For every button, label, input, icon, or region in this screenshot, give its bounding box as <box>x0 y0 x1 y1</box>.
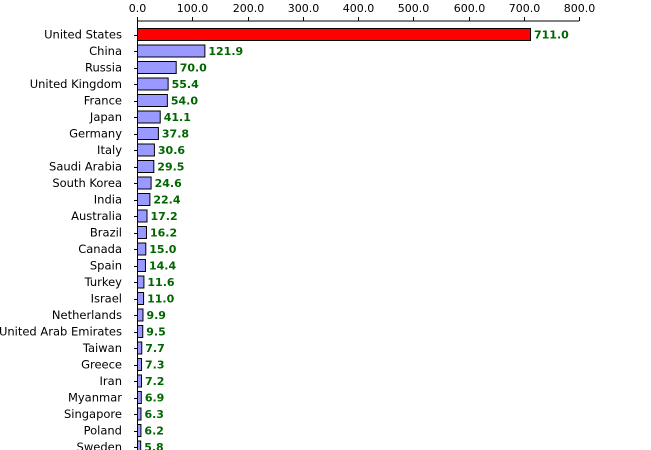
x-tick-label: 700.0 <box>509 2 541 15</box>
category-label: Russia <box>85 61 122 75</box>
value-label: 29.5 <box>157 161 184 174</box>
bar <box>137 391 142 404</box>
value-label: 9.9 <box>146 309 166 322</box>
value-label: 6.3 <box>144 408 164 421</box>
x-tick-label: 800.0 <box>564 2 596 15</box>
value-label: 17.2 <box>151 210 178 223</box>
bar <box>137 209 148 223</box>
bar <box>137 127 159 140</box>
value-label: 15.0 <box>149 243 176 256</box>
bar <box>137 275 145 289</box>
value-label: 7.2 <box>145 375 165 388</box>
category-label: Saudi Arabia <box>49 160 122 174</box>
bar <box>137 94 168 107</box>
category-label: Israel <box>91 292 122 306</box>
category-label: Iran <box>100 374 122 388</box>
category-label: Japan <box>89 110 122 124</box>
bar <box>137 77 169 91</box>
bar <box>137 176 152 190</box>
category-label: South Korea <box>52 176 122 190</box>
category-label: United Kingdom <box>30 77 122 91</box>
category-label: Turkey <box>84 275 123 289</box>
bar-chart: 0.0 100.0 200.0 300.0 400.0 500.0 600.0 700.0 80… <box>0 2 596 450</box>
bar <box>137 292 145 305</box>
bars <box>137 28 532 450</box>
bar <box>137 242 147 256</box>
value-label: 6.2 <box>144 425 164 438</box>
value-label: 37.8 <box>162 128 189 141</box>
category-label: United States <box>44 28 122 42</box>
value-label: 9.5 <box>146 326 166 339</box>
category-label: Myanmar <box>68 391 122 405</box>
bar <box>137 160 155 173</box>
category-label: France <box>84 94 122 108</box>
value-label: 5.8 <box>144 441 164 450</box>
x-tick-label: 200.0 <box>233 2 265 15</box>
category-label: Canada <box>78 242 122 256</box>
category-label: India <box>94 193 122 207</box>
bar <box>137 325 144 338</box>
bar <box>137 110 161 124</box>
bar <box>137 341 143 355</box>
category-label: Sweden <box>77 440 122 450</box>
category-label: Germany <box>69 127 122 141</box>
bar <box>137 259 146 272</box>
value-label: 121.9 <box>208 45 243 58</box>
value-label: 54.0 <box>171 95 198 108</box>
category-label: China <box>89 44 122 58</box>
value-label: 7.3 <box>145 359 165 372</box>
bar <box>137 358 143 371</box>
category-label: Singapore <box>64 407 122 421</box>
category-label: Spain <box>90 259 122 273</box>
value-label: 7.7 <box>145 342 165 355</box>
bar <box>137 308 144 322</box>
category-label: Taiwan <box>82 341 122 355</box>
value-label: 22.4 <box>153 194 180 207</box>
bar <box>137 424 142 437</box>
bar <box>137 143 155 157</box>
value-label: 14.4 <box>149 260 176 273</box>
x-tick-label: 300.0 <box>288 2 320 15</box>
value-labels: 711.0 121.970.0 55.4 54.0 41.1 37.8 30.6 29.5 24… <box>144 29 569 450</box>
x-tick-label: 0.0 <box>129 2 147 15</box>
bar <box>137 61 177 74</box>
value-label: 55.4 <box>172 78 199 91</box>
category-label: Poland <box>84 424 122 438</box>
value-label: 24.6 <box>155 177 182 190</box>
value-label: 30.6 <box>158 144 185 157</box>
bar <box>137 407 142 421</box>
category-label: Italy <box>97 143 122 157</box>
value-label: 16.2 <box>150 227 177 240</box>
x-tick-label: 100.0 <box>177 2 209 15</box>
category-label: Netherlands <box>52 308 122 322</box>
category-label: Australia <box>71 209 122 223</box>
x-tick-label: 600.0 <box>454 2 486 15</box>
category-label: Brazil <box>90 226 122 240</box>
value-label: 6.9 <box>145 392 165 405</box>
value-label: 11.0 <box>147 293 174 306</box>
x-tick-label: 400.0 <box>343 2 375 15</box>
bar <box>137 440 142 450</box>
value-label: 711.0 <box>534 29 569 42</box>
bar <box>137 193 151 206</box>
value-label: 11.6 <box>147 276 174 289</box>
bar <box>137 44 206 58</box>
category-label: United Arab Emirates <box>0 325 122 339</box>
category-label: Greece <box>81 358 122 372</box>
x-tick-label: 500.0 <box>398 2 430 15</box>
value-label: 41.1 <box>164 111 191 124</box>
bar-highlight <box>137 28 532 41</box>
bar <box>137 226 147 239</box>
category-labels: United States China Russia United Kingdom Fr… <box>0 28 137 450</box>
bar <box>137 374 142 388</box>
value-label: 70.0 <box>180 62 207 75</box>
